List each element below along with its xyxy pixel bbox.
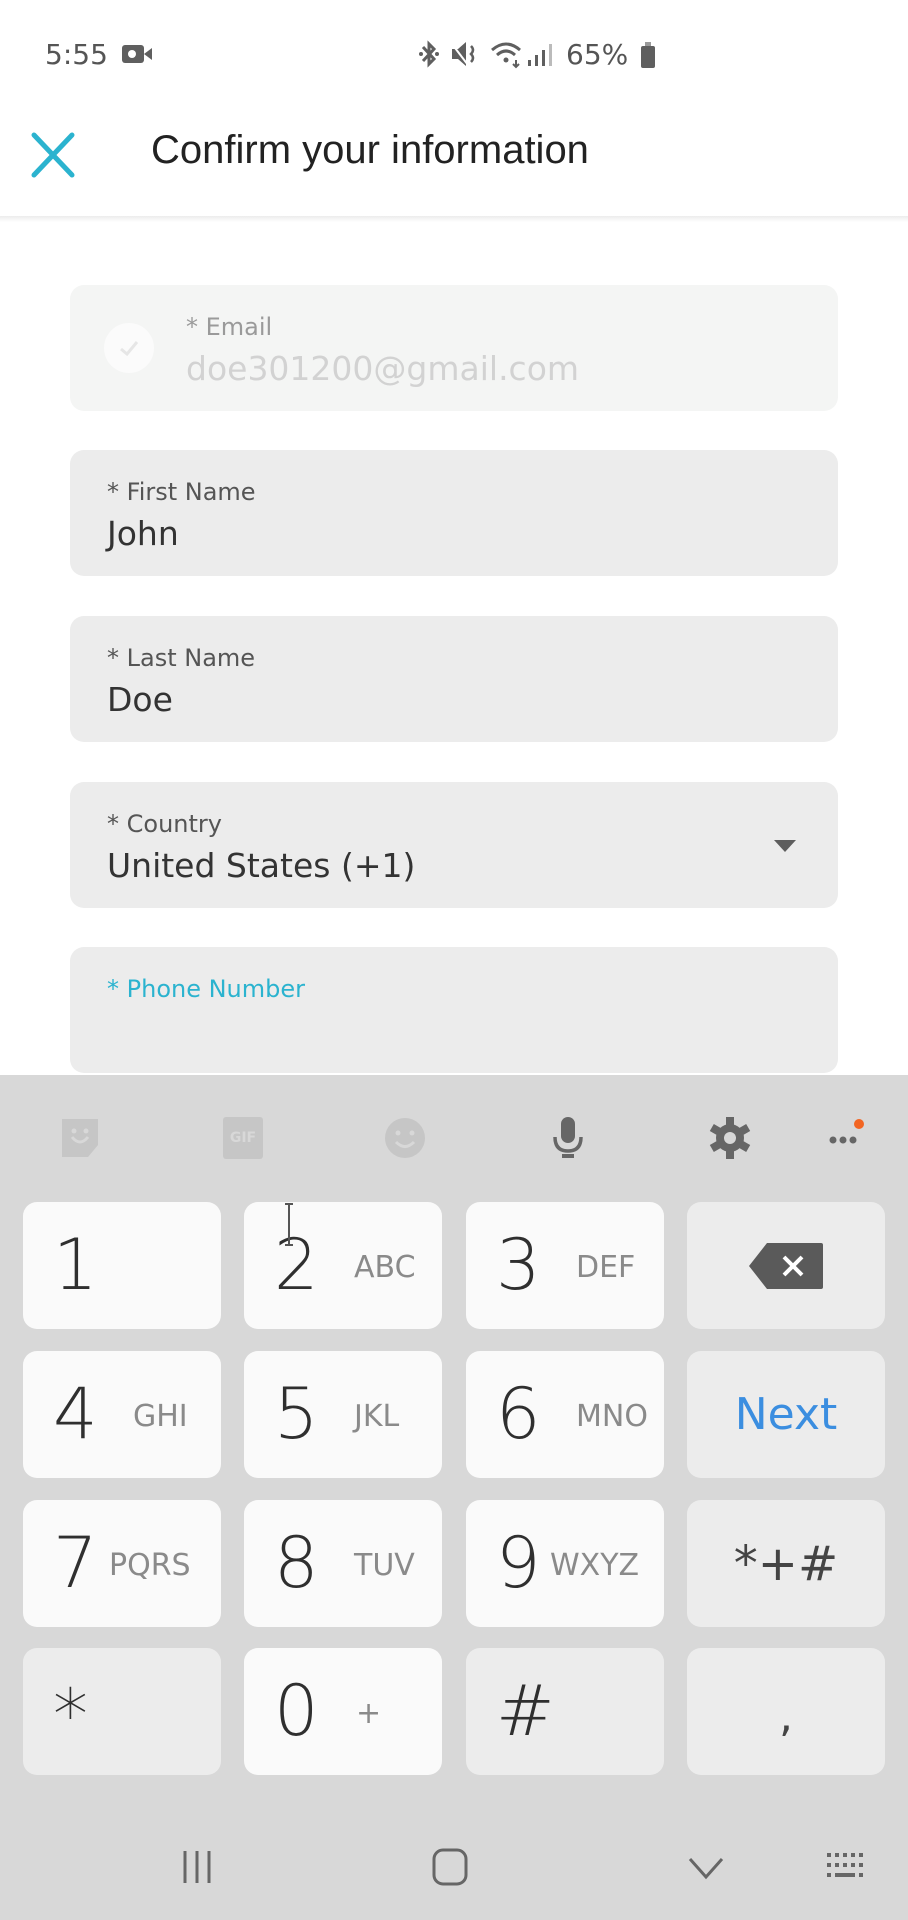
key-letters: WXYZ — [550, 1548, 640, 1583]
key-digit: 0 — [274, 1670, 319, 1752]
key-digit: 5 — [274, 1373, 319, 1455]
home-button[interactable] — [425, 1847, 475, 1887]
close-button[interactable] — [28, 130, 78, 180]
close-icon — [31, 132, 75, 178]
key-6[interactable]: 6 MNO — [466, 1351, 664, 1478]
key-4[interactable]: 4 GHI — [23, 1351, 221, 1478]
phone-number-field[interactable]: * Phone Number — [70, 947, 838, 1073]
header-divider — [0, 216, 908, 222]
phone-number-label: * Phone Number — [107, 975, 306, 1003]
key-1[interactable]: 1 — [23, 1202, 221, 1329]
symbols-key[interactable]: *+# — [687, 1500, 885, 1627]
country-label: * Country — [107, 810, 222, 838]
symbols-label: *+# — [733, 1535, 839, 1592]
email-label: * Email — [186, 313, 273, 341]
backspace-icon — [749, 1242, 823, 1289]
key-letters: ABC — [354, 1250, 416, 1285]
key-letters: TUV — [354, 1548, 415, 1583]
home-icon — [432, 1848, 468, 1886]
key-digit: 6 — [496, 1373, 541, 1455]
first-name-value[interactable]: John — [107, 514, 179, 553]
key-digit: 4 — [53, 1373, 98, 1455]
microphone-icon[interactable] — [546, 1116, 590, 1160]
key-letters: JKL — [354, 1399, 400, 1434]
last-name-field[interactable]: * Last Name Doe — [70, 616, 838, 742]
sticker-icon[interactable] — [58, 1116, 102, 1160]
key-0[interactable]: 0 + — [244, 1648, 442, 1775]
first-name-field[interactable]: * First Name John — [70, 450, 838, 576]
key-digit: 1 — [53, 1224, 98, 1306]
verified-check-icon — [104, 323, 154, 373]
keyboard-icon — [827, 1853, 863, 1877]
key-digit: # — [496, 1670, 555, 1752]
emoji-icon[interactable] — [383, 1116, 427, 1160]
key-3[interactable]: 3 DEF — [466, 1202, 664, 1329]
key-letters: DEF — [576, 1250, 636, 1285]
last-name-value[interactable]: Doe — [107, 680, 173, 719]
keyboard-switch-button[interactable] — [822, 1847, 872, 1887]
page-title: Confirm your information — [151, 128, 589, 172]
key-digit: 7 — [53, 1522, 98, 1604]
recent-apps-icon — [183, 1851, 211, 1883]
key-9[interactable]: 9 WXYZ — [466, 1500, 664, 1627]
backspace-key[interactable] — [687, 1202, 885, 1329]
text-cursor-icon — [284, 1203, 294, 1247]
key-8[interactable]: 8 TUV — [244, 1500, 442, 1627]
hide-keyboard-button[interactable] — [681, 1847, 731, 1887]
first-name-label: * First Name — [107, 478, 256, 506]
key-star[interactable]: * — [23, 1648, 221, 1775]
key-hash[interactable]: # — [466, 1648, 664, 1775]
key-digit: 2 — [274, 1224, 319, 1306]
settings-icon[interactable] — [708, 1116, 752, 1160]
email-field: * Email doe301200@gmail.com — [70, 285, 838, 411]
country-value[interactable]: United States (+1) — [107, 846, 415, 885]
next-label: Next — [734, 1389, 838, 1440]
key-digit: 9 — [496, 1522, 541, 1604]
more-icon[interactable] — [825, 1116, 869, 1160]
key-letters: PQRS — [109, 1548, 191, 1583]
key-letters: GHI — [133, 1399, 188, 1434]
comma-label: , — [779, 1691, 793, 1742]
comma-key[interactable]: , — [687, 1648, 885, 1775]
app-header — [0, 0, 908, 218]
recent-apps-button[interactable] — [172, 1847, 222, 1887]
next-key[interactable]: Next — [687, 1351, 885, 1478]
dropdown-arrow-icon[interactable] — [774, 840, 796, 852]
key-letters: + — [356, 1696, 382, 1731]
last-name-label: * Last Name — [107, 644, 256, 672]
key-7[interactable]: 7 PQRS — [23, 1500, 221, 1627]
country-select[interactable]: * Country United States (+1) — [70, 782, 838, 908]
key-digit: 8 — [274, 1522, 319, 1604]
chevron-down-icon — [688, 1858, 724, 1880]
gif-label: GIF — [223, 1117, 263, 1159]
gif-icon[interactable]: GIF — [221, 1116, 265, 1160]
key-5[interactable]: 5 JKL — [244, 1351, 442, 1478]
key-digit: * — [53, 1674, 88, 1756]
key-2[interactable]: 2 ABC — [244, 1202, 442, 1329]
key-letters: MNO — [576, 1399, 648, 1434]
key-digit: 3 — [496, 1224, 541, 1306]
email-value: doe301200@gmail.com — [186, 349, 580, 388]
